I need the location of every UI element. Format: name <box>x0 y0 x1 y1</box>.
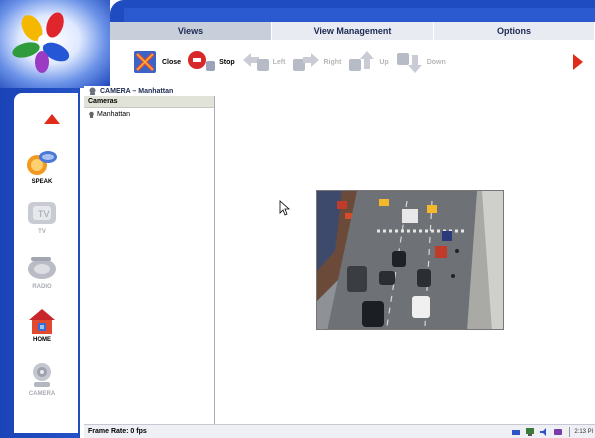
monitor-tray-icon[interactable] <box>525 427 535 437</box>
tv-icon: TV <box>25 198 59 228</box>
mouse-cursor-icon <box>279 200 291 216</box>
sidebar-label-tv: TV <box>38 229 46 235</box>
clock: 2:13 Pl <box>574 428 593 435</box>
down-button[interactable]: Down <box>395 42 446 82</box>
system-tray: 2:13 Pl <box>511 425 595 438</box>
flower-logo-icon <box>12 12 70 73</box>
cameras-panel: Cameras Manhattan <box>84 96 215 424</box>
tab-views[interactable]: Views <box>110 22 272 40</box>
sidebar-item-camera[interactable]: CAMERA <box>22 360 62 397</box>
content-header-title: CAMERA – Manhattan <box>100 87 174 95</box>
radio-icon <box>25 253 59 283</box>
network-tray-icon[interactable] <box>511 427 521 437</box>
tv-tray-icon[interactable] <box>553 427 563 437</box>
tilt-up-icon <box>347 47 377 77</box>
app-logo-area <box>0 0 110 88</box>
sidebar-label-speak: SPEAK <box>31 179 53 185</box>
tab-view-management[interactable]: View Management <box>272 22 434 40</box>
close-label: Close <box>162 58 182 66</box>
sidebar-item-tv[interactable]: TV TV <box>22 198 62 235</box>
cameras-panel-header: Cameras <box>84 96 214 108</box>
left-button[interactable]: Left <box>241 42 286 82</box>
sidebar: SPEAK TV TV RADIO HOME CAMERA <box>0 88 80 438</box>
camera-icon <box>25 360 59 390</box>
next-arrow-button[interactable] <box>571 42 585 82</box>
camera-item-label: Manhattan <box>97 110 131 118</box>
stop-button[interactable]: Stop <box>187 42 235 82</box>
right-button[interactable]: Right <box>291 42 341 82</box>
play-arrow-icon <box>573 54 583 70</box>
sidebar-item-speak[interactable]: SPEAK <box>22 148 62 185</box>
toolbar: Close Stop Left Right Up Down <box>110 40 595 84</box>
close-button[interactable]: Close <box>130 42 181 82</box>
sidebar-item-radio[interactable]: RADIO <box>22 253 62 290</box>
stop-label: Stop <box>219 58 235 66</box>
scroll-up-arrow-icon[interactable] <box>42 112 62 126</box>
frame-rate-text: Frame Rate: 0 fps <box>88 428 147 435</box>
tilt-down-icon <box>395 47 425 77</box>
camera-small-icon <box>89 87 96 95</box>
sidebar-label-camera: CAMERA <box>28 391 56 397</box>
camera-feed-image <box>316 190 504 330</box>
up-button[interactable]: Up <box>347 42 389 82</box>
left-label: Left <box>272 58 286 66</box>
status-bar: Frame Rate: 0 fps 2:13 Pl <box>84 424 595 438</box>
tray-separator <box>569 426 571 437</box>
sidebar-label-radio: RADIO <box>32 284 52 290</box>
pan-left-icon <box>241 47 271 77</box>
home-icon <box>25 306 59 336</box>
tab-options[interactable]: Options <box>434 22 595 40</box>
camera-item-icon <box>89 111 94 118</box>
street-scene <box>317 191 503 329</box>
right-label: Right <box>323 58 342 66</box>
pan-right-icon <box>291 47 321 77</box>
tab-strip: Views View Management Options <box>110 22 595 40</box>
top-band-inner <box>124 8 595 22</box>
up-label: Up <box>379 58 389 66</box>
svg-text:TV: TV <box>38 209 50 219</box>
sidebar-label-home: HOME <box>33 337 51 343</box>
speak-icon <box>25 148 59 178</box>
content-header: CAMERA – Manhattan <box>84 86 595 96</box>
stop-icon <box>187 47 217 77</box>
speaker-tray-icon[interactable] <box>539 427 549 437</box>
sidebar-item-home[interactable]: HOME <box>22 306 62 343</box>
camera-list-item[interactable]: Manhattan <box>84 108 214 120</box>
down-label: Down <box>426 58 446 66</box>
close-icon <box>130 47 160 77</box>
